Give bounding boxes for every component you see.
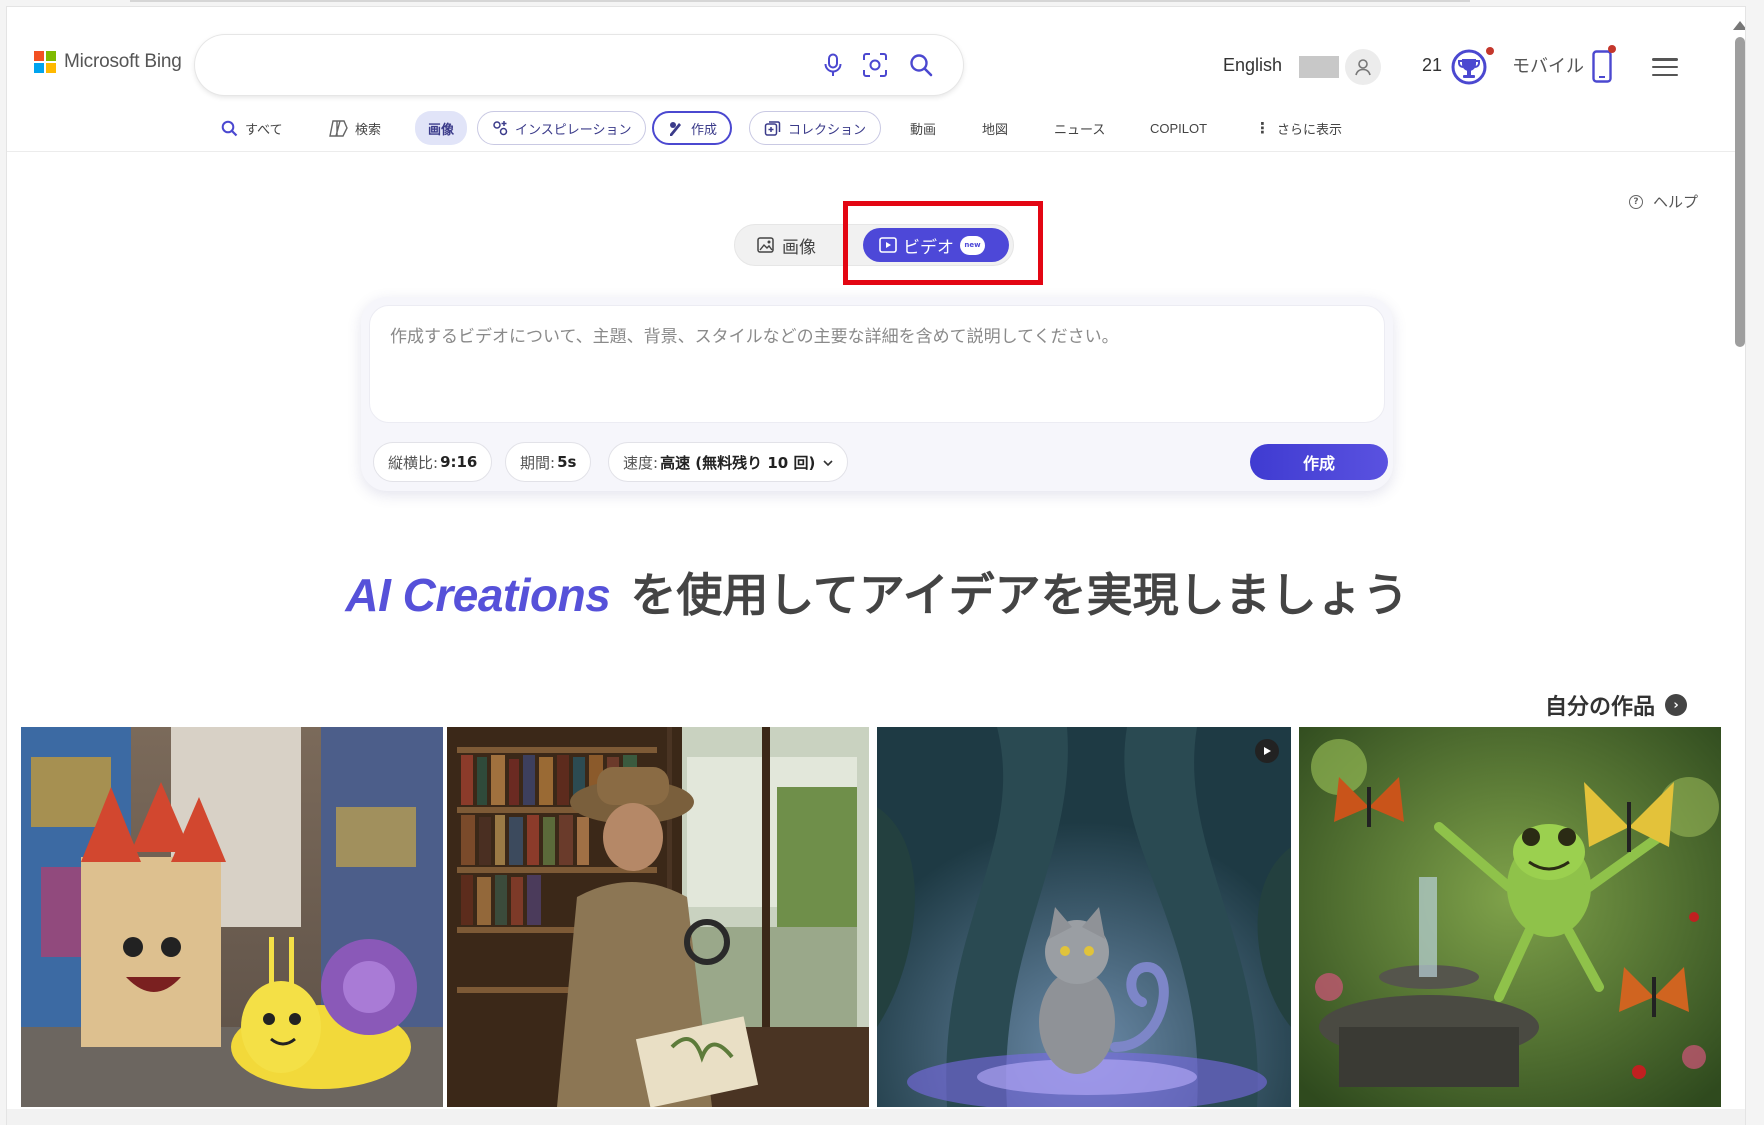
page: Microsoft Bing English 21 モバイル すべて 検索 画像… bbox=[0, 0, 1764, 1125]
more-dots-icon: ⋮ bbox=[1255, 119, 1270, 137]
nav-all-label: すべて bbox=[245, 122, 283, 138]
nav-maps-label: 地図 bbox=[982, 122, 1009, 138]
bottom-strip bbox=[7, 1109, 1745, 1125]
mobile-phone-icon[interactable] bbox=[1592, 50, 1612, 83]
image-icon bbox=[757, 237, 774, 253]
mobile-link[interactable]: モバイル bbox=[1512, 47, 1584, 83]
visual-search-icon[interactable] bbox=[861, 51, 889, 79]
nav-news-label: ニュース bbox=[1054, 122, 1106, 138]
nav-videos[interactable]: 動画 bbox=[910, 111, 936, 145]
nav-create[interactable]: 作成 bbox=[652, 111, 733, 145]
speed-value: 高速 (無料残り 10 回) bbox=[660, 453, 816, 472]
microsoft-logo-icon bbox=[34, 51, 56, 73]
speed-label: 速度: bbox=[623, 453, 659, 472]
header-divider bbox=[7, 151, 1745, 152]
rewards-points[interactable]: 21 bbox=[1422, 47, 1442, 83]
search-input[interactable] bbox=[219, 49, 739, 81]
gallery-tile-cat-video[interactable] bbox=[877, 727, 1291, 1107]
nav-images-label: 画像 bbox=[428, 122, 455, 138]
browser-top-edge bbox=[130, 0, 1470, 2]
scrollbar-thumb[interactable] bbox=[1735, 37, 1745, 347]
collections-icon bbox=[764, 120, 781, 136]
rewards-notification-dot bbox=[1486, 47, 1494, 55]
speed-dropdown[interactable]: 速度: 高速 (無料残り 10 回) bbox=[608, 442, 849, 482]
nav-all[interactable]: すべて bbox=[221, 111, 283, 145]
language-link[interactable]: English bbox=[1223, 47, 1282, 83]
prompt-card: 作成するビデオについて、主題、背景、スタイルなどの主要な詳細を含めて説明してくだ… bbox=[361, 297, 1393, 491]
gallery-tile-castle[interactable] bbox=[21, 727, 443, 1107]
aspect-ratio-label: 縦横比: bbox=[388, 453, 439, 472]
nav-more-label: さらに表示 bbox=[1277, 122, 1343, 138]
headline-text: を使用してアイデアを実現しましょう bbox=[630, 568, 1409, 622]
nav-copilot[interactable]: COPILOT bbox=[1150, 111, 1207, 145]
mobile-notification-dot bbox=[1608, 45, 1616, 53]
nav-more[interactable]: ⋮ さらに表示 bbox=[1255, 111, 1342, 145]
prompt-placeholder: 作成するビデオについて、主題、背景、スタイルなどの主要な詳細を含めて説明してくだ… bbox=[390, 327, 1119, 347]
my-creations-label: 自分の作品 bbox=[1545, 695, 1656, 720]
vertical-nav: すべて 検索 画像 インスピレーション 作成 コレクション 動画 地図 ニュース… bbox=[7, 109, 1745, 149]
bing-logo[interactable]: Microsoft Bing bbox=[34, 51, 182, 73]
create-icon bbox=[670, 121, 681, 136]
menu-icon[interactable] bbox=[1652, 58, 1678, 76]
nav-create-label: 作成 bbox=[691, 122, 718, 138]
duration-chip[interactable]: 期間: 5s bbox=[505, 442, 592, 482]
frog-butterflies-image bbox=[1299, 727, 1721, 1107]
highlight-box bbox=[843, 201, 1043, 285]
rewards-trophy-icon[interactable] bbox=[1450, 48, 1488, 86]
search-icon bbox=[221, 120, 238, 136]
user-icon bbox=[1355, 59, 1371, 76]
browser-window: Microsoft Bing English 21 モバイル すべて 検索 画像… bbox=[6, 6, 1746, 1125]
explorer-library-image bbox=[447, 727, 869, 1107]
gallery-tile-frog[interactable] bbox=[1299, 727, 1721, 1107]
castle-and-snail-image bbox=[21, 727, 443, 1107]
nav-maps[interactable]: 地図 bbox=[982, 111, 1008, 145]
nav-copilot-label: COPILOT bbox=[1150, 120, 1208, 136]
inspiration-icon bbox=[493, 121, 508, 136]
nav-collections[interactable]: コレクション bbox=[749, 111, 882, 145]
logo-text: Microsoft Bing bbox=[64, 51, 182, 72]
nav-search-label: 検索 bbox=[355, 122, 382, 138]
help-icon: ? bbox=[1629, 194, 1643, 209]
help-label: ヘルプ bbox=[1653, 193, 1699, 211]
duration-value: 5s bbox=[557, 453, 577, 471]
nav-videos-label: 動画 bbox=[910, 122, 937, 138]
headline-brand: AI Creations bbox=[345, 569, 611, 621]
nav-inspiration[interactable]: インスピレーション bbox=[477, 111, 647, 145]
prompt-input[interactable]: 作成するビデオについて、主題、背景、スタイルなどの主要な詳細を含めて説明してくだ… bbox=[369, 305, 1385, 423]
search-box[interactable] bbox=[195, 35, 963, 95]
avatar[interactable] bbox=[1345, 49, 1381, 85]
scroll-up-icon[interactable] bbox=[1733, 21, 1745, 30]
nav-images[interactable]: 画像 bbox=[415, 111, 468, 145]
search-icon[interactable] bbox=[907, 51, 935, 79]
my-creations-link[interactable]: 自分の作品 › bbox=[1545, 689, 1688, 721]
image-mode-label: 画像 bbox=[782, 237, 816, 258]
gallery-tile-library[interactable] bbox=[447, 727, 869, 1107]
account-name-placeholder[interactable] bbox=[1299, 56, 1339, 78]
nav-news[interactable]: ニュース bbox=[1054, 111, 1105, 145]
nav-search[interactable]: 検索 bbox=[329, 111, 381, 145]
nav-collections-label: コレクション bbox=[788, 122, 867, 138]
microphone-icon[interactable] bbox=[819, 51, 847, 79]
duration-label: 期間: bbox=[520, 453, 556, 472]
nav-inspiration-label: インスピレーション bbox=[515, 122, 632, 138]
copilot-icon bbox=[329, 119, 348, 137]
create-button[interactable]: 作成 bbox=[1250, 444, 1388, 480]
chevron-down-icon bbox=[823, 453, 833, 471]
chevron-right-icon: › bbox=[1665, 694, 1688, 716]
page-title: AI Creations を使用してアイデアを実現しましょう bbox=[7, 559, 1745, 625]
aspect-ratio-chip[interactable]: 縦横比: 9:16 bbox=[373, 442, 493, 482]
help-link[interactable]: ? ヘルプ bbox=[1629, 191, 1698, 212]
forest-cat-video bbox=[877, 727, 1291, 1107]
play-icon bbox=[1255, 739, 1279, 763]
aspect-ratio-value: 9:16 bbox=[440, 453, 478, 471]
image-mode-button[interactable]: 画像 bbox=[757, 225, 816, 265]
